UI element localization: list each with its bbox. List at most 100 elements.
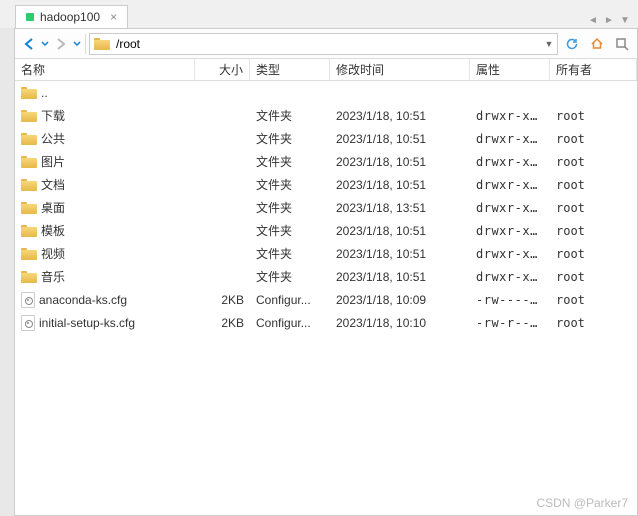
file-owner: root: [550, 155, 637, 169]
file-row[interactable]: 图片文件夹2023/1/18, 10:51drwxr-xr...root: [15, 150, 637, 173]
file-perm: -rw-----...: [470, 293, 550, 307]
file-mtime: 2023/1/18, 10:51: [330, 247, 470, 261]
file-name: 桌面: [41, 199, 65, 216]
status-dot-icon: [26, 13, 34, 21]
column-name[interactable]: 名称: [15, 59, 195, 80]
file-perm: drwxr-xr...: [470, 155, 550, 169]
file-row[interactable]: 桌面 文件夹2023/1/18, 13:51drwxr-xr...root: [15, 196, 637, 219]
tab-next-button[interactable]: ►: [601, 12, 617, 28]
file-owner: root: [550, 201, 637, 215]
file-owner: root: [550, 293, 637, 307]
folder-icon: [21, 201, 37, 214]
forward-dropdown[interactable]: [72, 33, 82, 55]
file-perm: -rw-r--r...: [470, 316, 550, 330]
nav-toolbar: ▼: [15, 29, 637, 59]
file-owner: root: [550, 316, 637, 330]
file-perm: drwxr-xr...: [470, 109, 550, 123]
file-name: 模板: [41, 222, 65, 239]
tab-prev-button[interactable]: ◄: [585, 12, 601, 28]
file-mtime: 2023/1/18, 13:51: [330, 201, 470, 215]
file-name: 文档: [41, 176, 65, 193]
file-row[interactable]: 公共文件夹2023/1/18, 10:51drwxr-xr...root: [15, 127, 637, 150]
file-name: anaconda-ks.cfg: [39, 293, 127, 307]
file-owner: root: [550, 224, 637, 238]
file-row[interactable]: 文档 文件夹2023/1/18, 10:51drwxr-xr...root: [15, 173, 637, 196]
column-perm[interactable]: 属性: [470, 59, 550, 80]
file-type: 文件夹: [250, 268, 330, 285]
file-row[interactable]: 视频 文件夹2023/1/18, 10:51drwxr-xr...root: [15, 242, 637, 265]
file-mtime: 2023/1/18, 10:09: [330, 293, 470, 307]
file-mtime: 2023/1/18, 10:51: [330, 270, 470, 284]
home-button[interactable]: [586, 33, 608, 55]
main-area: ▼ 名称 大小 类型 修改时间 属性 所有者 ..下载文件夹2023/1/18,…: [0, 28, 638, 516]
file-mtime: 2023/1/18, 10:51: [330, 178, 470, 192]
folder-icon: [21, 132, 37, 145]
back-button[interactable]: [19, 33, 39, 55]
file-type: Configur...: [250, 293, 330, 307]
back-dropdown[interactable]: [40, 33, 50, 55]
file-perm: drwxr-xr...: [470, 224, 550, 238]
config-file-icon: [21, 292, 35, 308]
config-file-icon: [21, 315, 35, 331]
refresh-button[interactable]: [561, 33, 583, 55]
file-owner: root: [550, 247, 637, 261]
file-name: ..: [41, 86, 48, 100]
file-name: initial-setup-ks.cfg: [39, 316, 135, 330]
path-input[interactable]: [114, 35, 541, 53]
file-type: 文件夹: [250, 176, 330, 193]
file-type: 文件夹: [250, 222, 330, 239]
folder-icon: [21, 247, 37, 260]
close-icon[interactable]: ×: [110, 10, 117, 24]
file-owner: root: [550, 178, 637, 192]
file-list[interactable]: ..下载文件夹2023/1/18, 10:51drwxr-xr...root公共…: [15, 81, 637, 515]
file-name: 音乐: [41, 268, 65, 285]
tab-bar: hadoop100 × ◄ ► ▼: [0, 0, 638, 28]
find-button[interactable]: [611, 33, 633, 55]
file-type: 文件夹: [250, 130, 330, 147]
file-mtime: 2023/1/18, 10:51: [330, 109, 470, 123]
file-perm: drwxr-xr...: [470, 247, 550, 261]
forward-button[interactable]: [51, 33, 71, 55]
file-perm: drwxr-xr...: [470, 132, 550, 146]
folder-icon: [94, 37, 110, 50]
tab-menu-button[interactable]: ▼: [617, 12, 633, 28]
separator: [85, 34, 86, 54]
file-type: 文件夹: [250, 107, 330, 124]
file-perm: drwxr-xr...: [470, 270, 550, 284]
file-row[interactable]: anaconda-ks.cfg 2KBConfigur...2023/1/18, …: [15, 288, 637, 311]
file-type: 文件夹: [250, 199, 330, 216]
folder-icon: [21, 86, 37, 99]
file-row[interactable]: ..: [15, 81, 637, 104]
address-bar[interactable]: ▼: [89, 33, 558, 55]
file-type: Configur...: [250, 316, 330, 330]
file-name: 公共: [41, 130, 65, 147]
folder-icon: [21, 224, 37, 237]
file-row[interactable]: 模板文件夹2023/1/18, 10:51drwxr-xr...root: [15, 219, 637, 242]
file-owner: root: [550, 109, 637, 123]
file-name: 视频: [41, 245, 65, 262]
file-row[interactable]: initial-setup-ks.cfg2KBConfigur...2023/1…: [15, 311, 637, 334]
file-mtime: 2023/1/18, 10:51: [330, 155, 470, 169]
folder-icon: [21, 270, 37, 283]
file-name: 下载: [41, 107, 65, 124]
tab-nav-buttons: ◄ ► ▼: [585, 12, 638, 28]
file-name: 图片: [41, 153, 65, 170]
file-row[interactable]: 音乐文件夹2023/1/18, 10:51drwxr-xr...root: [15, 265, 637, 288]
file-perm: drwxr-xr...: [470, 178, 550, 192]
file-browser-panel: ▼ 名称 大小 类型 修改时间 属性 所有者 ..下载文件夹2023/1/18,…: [15, 28, 638, 516]
column-size[interactable]: 大小: [195, 59, 250, 80]
file-size: 2KB: [195, 293, 250, 307]
file-size: 2KB: [195, 316, 250, 330]
file-perm: drwxr-xr...: [470, 201, 550, 215]
tab-title: hadoop100: [40, 10, 100, 24]
column-type[interactable]: 类型: [250, 59, 330, 80]
tab-hadoop100[interactable]: hadoop100 ×: [15, 5, 128, 28]
file-type: 文件夹: [250, 245, 330, 262]
left-gutter: [0, 28, 15, 516]
column-owner[interactable]: 所有者: [550, 59, 637, 80]
folder-icon: [21, 155, 37, 168]
column-mtime[interactable]: 修改时间: [330, 59, 470, 80]
file-header: 名称 大小 类型 修改时间 属性 所有者: [15, 59, 637, 81]
chevron-down-icon[interactable]: ▼: [541, 39, 557, 49]
file-row[interactable]: 下载 文件夹2023/1/18, 10:51drwxr-xr...root: [15, 104, 637, 127]
